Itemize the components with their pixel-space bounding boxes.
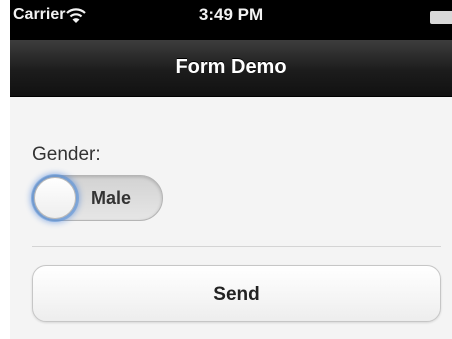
header-bar: Form Demo <box>10 40 452 97</box>
battery-icon <box>430 11 452 24</box>
switch-knob[interactable] <box>34 177 76 219</box>
gender-label: Gender: <box>32 144 101 165</box>
status-time: 3:49 PM <box>198 5 264 24</box>
status-bar: Carrier 3:49 PM <box>10 0 452 40</box>
divider <box>32 246 441 247</box>
send-button-label: Send <box>213 284 260 305</box>
app-screen: Carrier 3:49 PM Form Demo Gender: Male S… <box>10 0 452 339</box>
page-title: Form Demo <box>175 56 287 78</box>
gender-switch-value: Male <box>91 188 132 208</box>
send-button[interactable]: Send <box>32 265 441 322</box>
gender-flip-switch[interactable]: Male <box>32 175 163 221</box>
